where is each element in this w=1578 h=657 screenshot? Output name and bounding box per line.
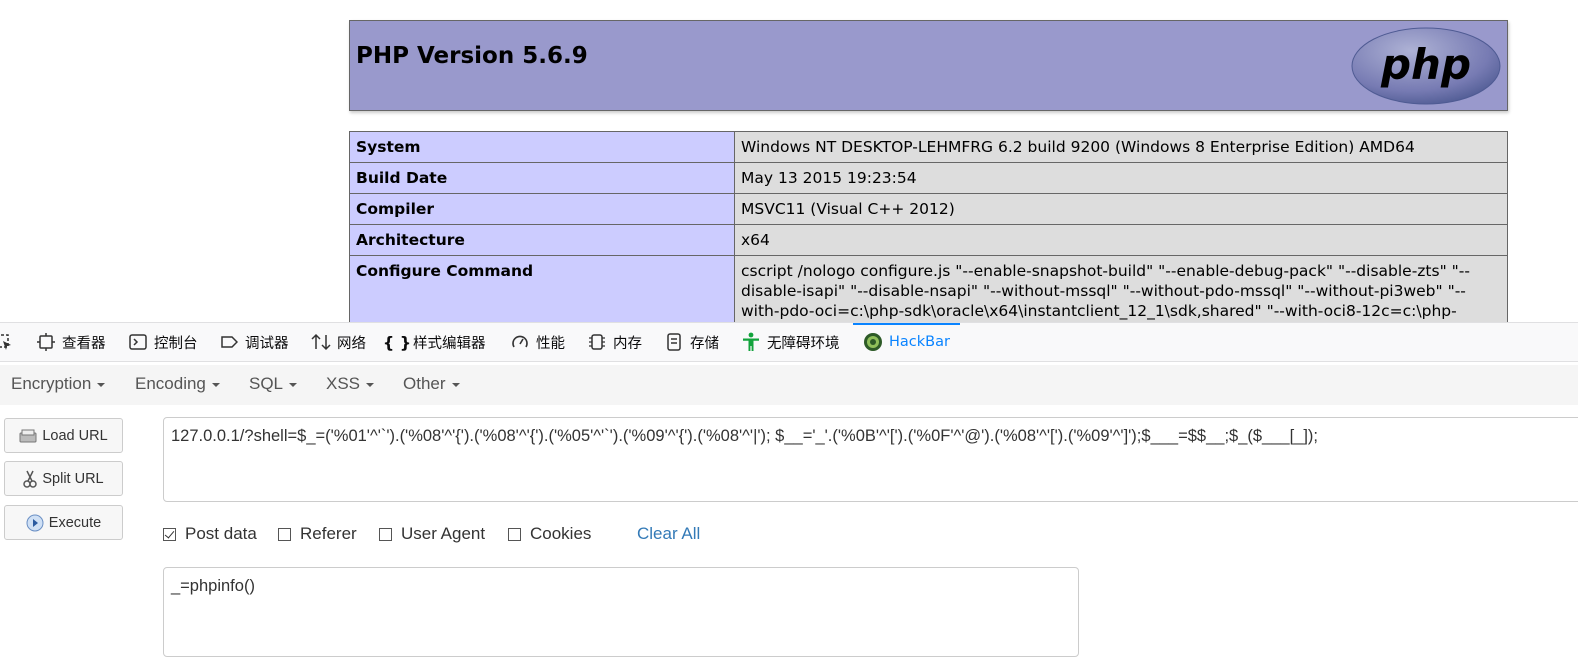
table-row: Configure Command cscript /nologo config… <box>349 255 1508 322</box>
menu-sql[interactable]: SQL <box>249 374 298 394</box>
hackbar-menu: Encryption Encoding SQL XSS Other <box>0 365 1578 405</box>
split-url-button[interactable]: Split URL <box>4 461 123 496</box>
caret-down-icon <box>366 382 375 387</box>
row-key: Build Date <box>349 162 735 194</box>
row-key: Architecture <box>349 224 735 256</box>
menu-encryption[interactable]: Encryption <box>11 374 106 394</box>
console-icon <box>128 332 148 352</box>
tab-accessibility[interactable]: 无障碍环境 <box>741 323 840 361</box>
inspector-icon <box>36 332 56 352</box>
caret-down-icon <box>211 382 220 387</box>
tab-style-editor[interactable]: { } 样式编辑器 <box>382 323 486 361</box>
load-icon <box>19 429 37 443</box>
style-editor-icon: { } <box>382 332 412 352</box>
devtools-panel: 查看器 控制台 调试器 网络 { } 样式编辑器 性能 内存 存储 无障碍环境 … <box>0 322 1578 657</box>
php-logo: php <box>1351 27 1501 105</box>
checkbox-checked <box>163 527 176 541</box>
menu-xss[interactable]: XSS <box>326 374 375 394</box>
element-picker-button[interactable] <box>0 323 20 361</box>
devtools-toolbar: 查看器 控制台 调试器 网络 { } 样式编辑器 性能 内存 存储 无障碍环境 … <box>0 322 1578 362</box>
hackbar-icon <box>863 332 883 352</box>
scissors-icon <box>23 470 38 488</box>
tab-inspector[interactable]: 查看器 <box>36 323 106 361</box>
row-value: MSVC11 (Visual C++ 2012) <box>734 193 1508 225</box>
tab-network[interactable]: 网络 <box>311 323 366 361</box>
table-row: System Windows NT DESKTOP-LEHMFRG 6.2 bu… <box>349 131 1508 163</box>
checkbox-unchecked <box>278 527 291 541</box>
clear-all-link[interactable]: Clear All <box>637 524 700 544</box>
accessibility-icon <box>741 332 761 352</box>
menu-other[interactable]: Other <box>403 374 460 394</box>
load-url-button[interactable]: Load URL <box>4 418 123 453</box>
tab-console[interactable]: 控制台 <box>128 323 198 361</box>
tab-memory[interactable]: 内存 <box>587 323 642 361</box>
phpinfo-page: PHP Version 5.6.9 php System Windows NT … <box>0 0 1578 322</box>
play-icon <box>26 514 44 532</box>
table-row: Compiler MSVC11 (Visual C++ 2012) <box>349 193 1508 225</box>
table-row: Architecture x64 <box>349 224 1508 256</box>
url-input[interactable]: 127.0.0.1/?shell=$_=('%01'^'`').('%08'^'… <box>163 417 1578 502</box>
caret-down-icon <box>289 382 298 387</box>
menu-encoding[interactable]: Encoding <box>135 374 220 394</box>
tab-performance[interactable]: 性能 <box>510 323 565 361</box>
page-title: PHP Version 5.6.9 <box>356 43 588 69</box>
storage-icon <box>664 332 684 352</box>
php-logo-text: php <box>1380 40 1471 89</box>
table-row: Build Date May 13 2015 19:23:54 <box>349 162 1508 194</box>
post-data-input[interactable]: _=phpinfo() <box>163 567 1079 657</box>
caret-down-icon <box>97 382 106 387</box>
tab-hackbar[interactable]: HackBar <box>853 323 960 361</box>
memory-icon <box>587 332 607 352</box>
execute-button[interactable]: Execute <box>4 505 123 540</box>
referer-checkbox[interactable]: Referer <box>278 524 357 544</box>
row-value: May 13 2015 19:23:54 <box>734 162 1508 194</box>
row-key: System <box>349 131 735 163</box>
network-icon <box>311 332 331 352</box>
checkbox-unchecked <box>379 527 392 541</box>
row-key: Configure Command <box>349 255 735 322</box>
php-header: PHP Version 5.6.9 php <box>349 20 1508 111</box>
caret-down-icon <box>451 382 460 387</box>
checkbox-unchecked <box>508 527 521 541</box>
post-data-checkbox[interactable]: Post data <box>163 524 257 544</box>
tab-storage[interactable]: 存储 <box>664 323 719 361</box>
user-agent-checkbox[interactable]: User Agent <box>379 524 485 544</box>
row-value: cscript /nologo configure.js "--enable-s… <box>734 255 1508 322</box>
cookies-checkbox[interactable]: Cookies <box>508 524 591 544</box>
php-info-table: System Windows NT DESKTOP-LEHMFRG 6.2 bu… <box>349 131 1508 322</box>
tab-debugger[interactable]: 调试器 <box>219 323 289 361</box>
row-key: Compiler <box>349 193 735 225</box>
picker-icon <box>0 332 14 352</box>
performance-icon <box>510 332 530 352</box>
row-value: Windows NT DESKTOP-LEHMFRG 6.2 build 920… <box>734 131 1508 163</box>
row-value: x64 <box>734 224 1508 256</box>
debugger-icon <box>219 332 239 352</box>
